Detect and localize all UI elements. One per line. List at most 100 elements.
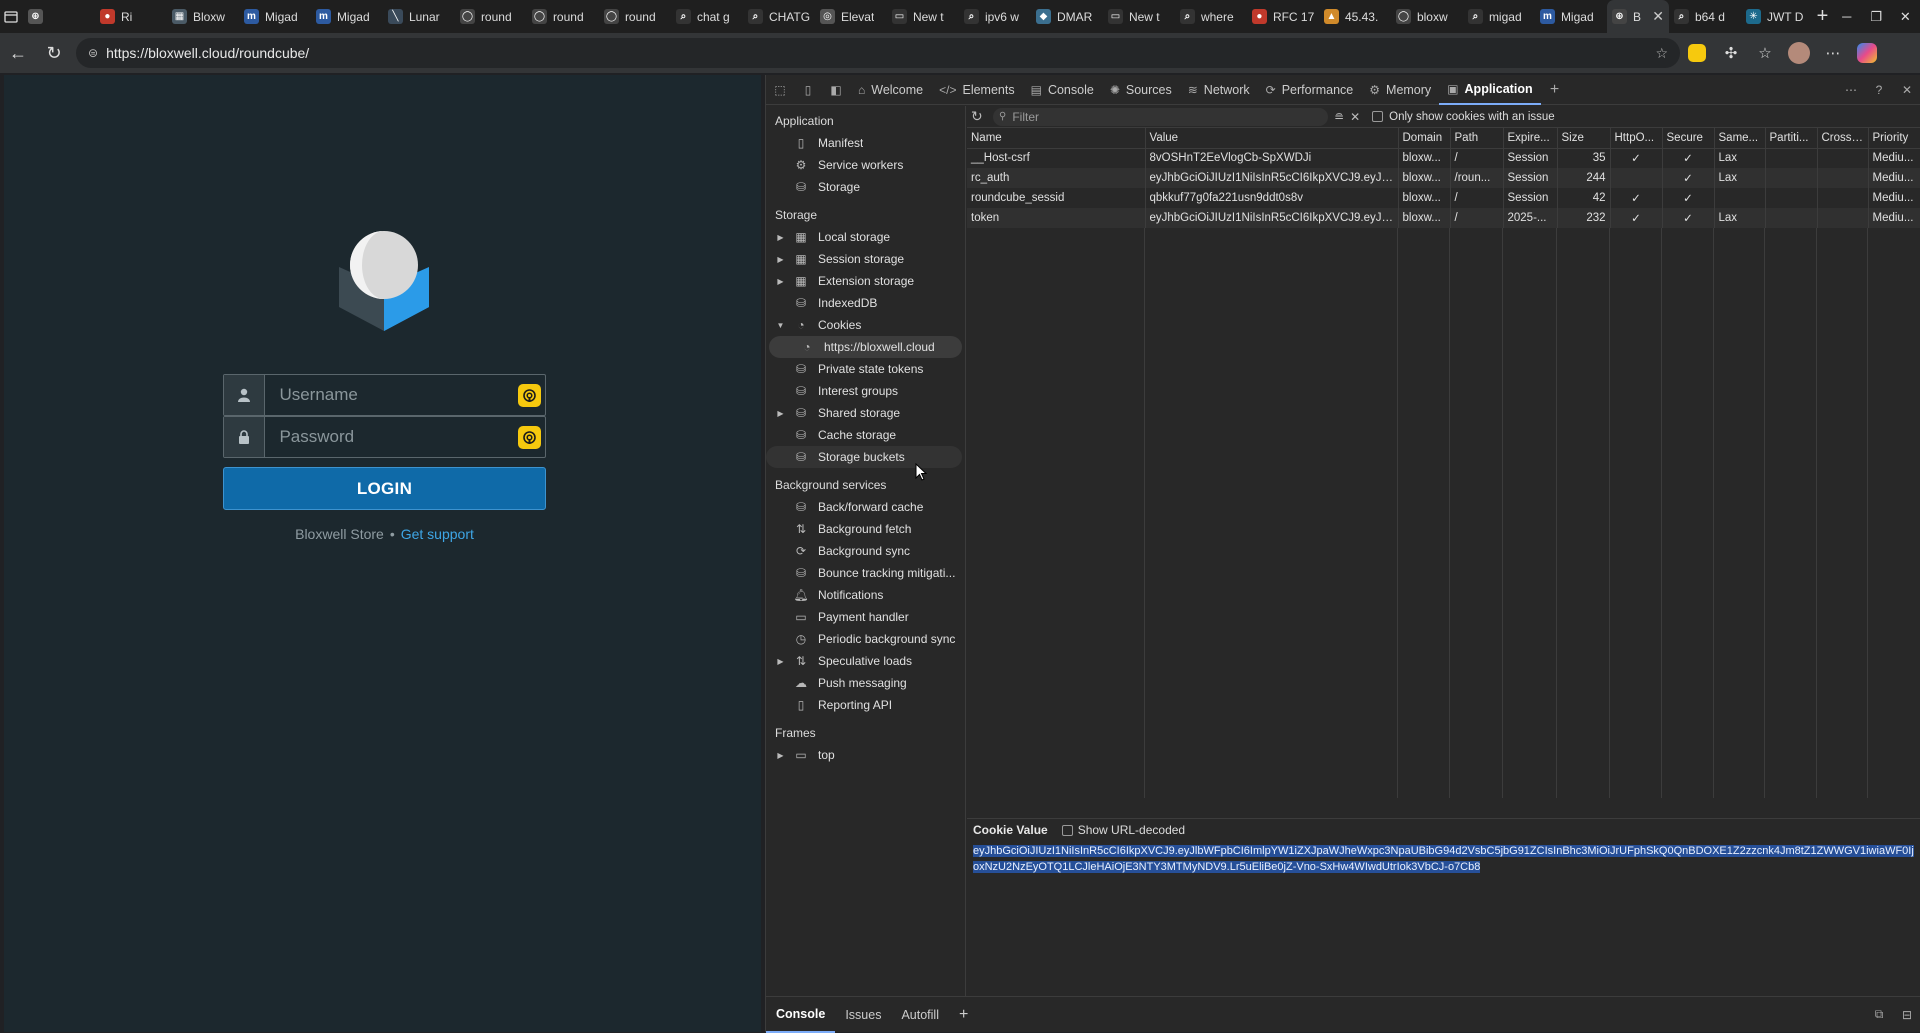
browser-tab[interactable]: ◎ Elevat: [815, 0, 887, 33]
address-bar[interactable]: ⊜ https://bloxwell.cloud/roundcube/ ☆: [76, 38, 1680, 68]
browser-tab[interactable]: ⌕ chat g: [671, 0, 743, 33]
sidebar-item-indexeddb[interactable]: ⛁ IndexedDB: [766, 292, 965, 314]
sidebar-item-periodic-sync[interactable]: ◷ Periodic background sync: [766, 628, 965, 650]
tab-performance[interactable]: ⟳ Performance: [1258, 75, 1362, 105]
column-header[interactable]: Cross ...: [1817, 128, 1869, 149]
close-window-icon[interactable]: ✕: [1891, 0, 1920, 33]
sidebar-item-storage[interactable]: ⛁ Storage: [766, 176, 965, 198]
browser-tab[interactable]: ▭ New t: [887, 0, 959, 33]
restore-icon[interactable]: ❐: [1861, 0, 1890, 33]
filter-input[interactable]: ⚲ Filter: [993, 107, 1328, 126]
sidebar-item-push-messaging[interactable]: ☁ Push messaging: [766, 672, 965, 694]
sidebar-item-storage-buckets[interactable]: ⛁ Storage buckets: [766, 446, 962, 468]
browser-tab[interactable]: ◯ bloxw: [1391, 0, 1463, 33]
tab-welcome[interactable]: ⌂ Welcome: [850, 75, 931, 105]
sidebar-item-private-state-tokens[interactable]: ⛁ Private state tokens: [766, 358, 965, 380]
only-issues-checkbox[interactable]: [1372, 111, 1384, 122]
cookie-value-text[interactable]: eyJhbGciOiJIUzI1NiIsInR5cCI6IkpXVCJ9.eyJ…: [967, 841, 1920, 877]
sidebar-item-service-workers[interactable]: ⚙ Service workers: [766, 154, 965, 176]
back-icon[interactable]: ←: [0, 33, 36, 73]
column-header[interactable]: Secure: [1662, 128, 1715, 149]
favorite-star-icon[interactable]: ☆: [1655, 45, 1668, 62]
browser-tab[interactable]: ▦ Bloxw: [167, 0, 239, 33]
login-button[interactable]: LOGIN: [223, 467, 546, 510]
inspect-element-icon[interactable]: ⬚: [766, 75, 794, 105]
browser-tab[interactable]: ▭ New t: [1103, 0, 1175, 33]
expand-arrow-icon[interactable]: ▶: [774, 657, 787, 666]
site-info-icon[interactable]: ⊜: [88, 46, 98, 60]
tab-network[interactable]: ≋ Network: [1180, 75, 1258, 105]
undock-drawer-icon[interactable]: ⧉: [1865, 1000, 1893, 1030]
browser-tab[interactable]: ⌕ where: [1175, 0, 1247, 33]
sidebar-item-bounce-tracking[interactable]: ⛁ Bounce tracking mitigati...: [766, 562, 965, 584]
clear-filtered-icon[interactable]: ≘: [1334, 110, 1344, 124]
password-input[interactable]: [265, 417, 515, 457]
column-header[interactable]: Value: [1145, 128, 1399, 149]
sidebar-item-session-storage[interactable]: ▶ ▦ Session storage: [766, 248, 965, 270]
extensions-icon[interactable]: ✣: [1714, 33, 1748, 73]
cookie-row[interactable]: rc_auth eyJhbGciOiJIUzI1NiIsInR5cCI6IkpXV…: [967, 168, 1920, 188]
more-options-icon[interactable]: ⋯: [1837, 75, 1865, 105]
reload-icon[interactable]: ↻: [36, 33, 72, 73]
column-header[interactable]: Domain: [1398, 128, 1451, 149]
window-menu-icon[interactable]: [0, 0, 23, 33]
column-header[interactable]: Expire...: [1503, 128, 1558, 149]
browser-tab[interactable]: ╲ Lunar: [383, 0, 455, 33]
add-tab-icon[interactable]: +: [1541, 75, 1569, 105]
drawer-tab-issues[interactable]: Issues: [835, 997, 891, 1033]
copilot-icon[interactable]: [1850, 33, 1884, 73]
sidebar-item-frame-top[interactable]: ▶ ▭ top: [766, 744, 965, 766]
delete-icon[interactable]: ✕: [1350, 110, 1360, 124]
sidebar-item-cache-storage[interactable]: ⛁ Cache storage: [766, 424, 965, 446]
sidebar-item-cookie-origin[interactable]: ◔ https://bloxwell.cloud: [769, 336, 962, 358]
expand-arrow-icon[interactable]: ▶: [774, 409, 787, 418]
sidebar-item-local-storage[interactable]: ▶ ▦ Local storage: [766, 226, 965, 248]
sidebar-item-extension-storage[interactable]: ▶ ▦ Extension storage: [766, 270, 965, 292]
browser-tab[interactable]: m Migad: [239, 0, 311, 33]
username-input[interactable]: [265, 375, 515, 415]
column-header[interactable]: Size: [1557, 128, 1611, 149]
close-drawer-icon[interactable]: ⊟: [1893, 1000, 1920, 1030]
column-header[interactable]: Priority: [1868, 128, 1920, 149]
browser-tab[interactable]: ◆ DMAR: [1031, 0, 1103, 33]
password-manager-fill-icon[interactable]: [514, 375, 545, 415]
drawer-tab-console[interactable]: Console: [766, 997, 836, 1033]
browser-tab[interactable]: ⊕: [23, 0, 95, 33]
drawer-tab-autofill[interactable]: Autofill: [891, 997, 949, 1033]
browser-tab[interactable]: ⌕ migad: [1463, 0, 1535, 33]
browser-tab[interactable]: ⊕ B ✕: [1606, 0, 1669, 33]
password-manager-fill-icon[interactable]: [514, 417, 545, 457]
sidebar-item-notifications[interactable]: 🔔︎ Notifications: [766, 584, 965, 606]
expand-arrow-icon[interactable]: ▶: [774, 277, 787, 286]
sidebar-item-reporting-api[interactable]: ▯ Reporting API: [766, 694, 965, 716]
sidebar-item-back-forward-cache[interactable]: ⛁ Back/forward cache: [766, 496, 965, 518]
sidebar-item-background-fetch[interactable]: ⇅ Background fetch: [766, 518, 965, 540]
profile-avatar[interactable]: [1782, 33, 1816, 73]
sidebar-item-cookies[interactable]: ▼ ◔ Cookies: [766, 314, 965, 336]
browser-tab[interactable]: ◯ round: [599, 0, 671, 33]
sidebar-item-payment-handler[interactable]: ▭ Payment handler: [766, 606, 965, 628]
browser-tab[interactable]: ✳ JWT D: [1741, 0, 1813, 33]
tab-elements[interactable]: </> Elements: [931, 75, 1022, 105]
new-tab-button[interactable]: +: [1813, 0, 1832, 33]
tab-sources[interactable]: ✺ Sources: [1102, 75, 1180, 105]
browser-tab[interactable]: ▲ 45.43.: [1319, 0, 1391, 33]
refresh-icon[interactable]: ↻: [971, 108, 987, 125]
sidebar-item-speculative-loads[interactable]: ▶ ⇅ Speculative loads: [766, 650, 965, 672]
browser-tab[interactable]: ◯ round: [527, 0, 599, 33]
sidebar-item-interest-groups[interactable]: ⛁ Interest groups: [766, 380, 965, 402]
close-devtools-icon[interactable]: ✕: [1893, 75, 1920, 105]
column-header[interactable]: Same...: [1714, 128, 1766, 149]
get-support-link[interactable]: Get support: [401, 526, 474, 542]
tab-memory[interactable]: ⚙ Memory: [1361, 75, 1439, 105]
minimize-icon[interactable]: ─: [1832, 0, 1861, 33]
drawer-add-tab-icon[interactable]: +: [949, 997, 978, 1033]
column-header[interactable]: Name: [967, 128, 1146, 149]
column-header[interactable]: HttpO...: [1610, 128, 1663, 149]
column-header[interactable]: Path: [1450, 128, 1504, 149]
show-url-decoded-checkbox[interactable]: [1061, 824, 1073, 836]
expand-arrow-icon[interactable]: ▶: [774, 751, 787, 760]
browser-tab[interactable]: ◯ round: [455, 0, 527, 33]
sidebar-item-manifest[interactable]: ▯ Manifest: [766, 132, 965, 154]
expand-arrow-icon[interactable]: ▶: [774, 255, 787, 264]
